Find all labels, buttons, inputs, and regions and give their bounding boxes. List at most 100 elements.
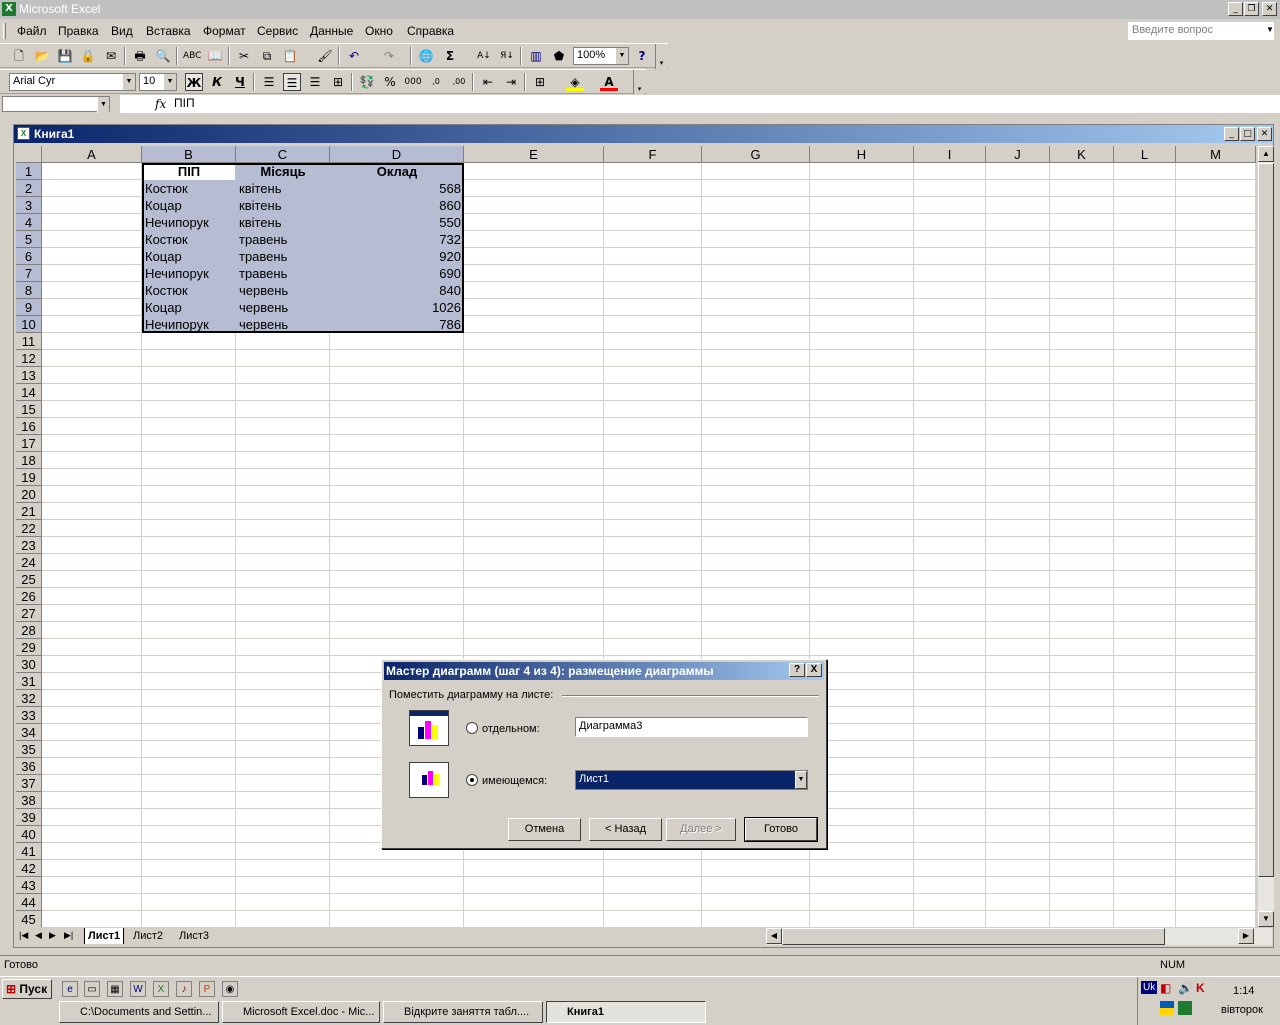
decrease-indent-icon[interactable]: ⇤ [479, 73, 497, 91]
table-cell[interactable]: травень [236, 248, 330, 265]
first-sheet-button[interactable]: |◀ [19, 930, 28, 941]
menu-help[interactable]: Справка [407, 24, 454, 38]
spelling-icon[interactable]: ABC [183, 47, 201, 65]
table-cell[interactable]: квітень [236, 214, 330, 231]
row-header[interactable]: 6 [16, 248, 42, 265]
finish-button[interactable]: Готово [744, 817, 818, 842]
row-header[interactable]: 32 [16, 690, 42, 707]
table-cell[interactable]: червень [236, 316, 330, 333]
desktop-icon[interactable]: ▭ [84, 981, 100, 997]
table-cell[interactable]: Костюк [142, 180, 236, 197]
sheet-tab-1[interactable]: Лист1 [84, 928, 125, 944]
row-header[interactable]: 38 [16, 792, 42, 809]
percent-icon[interactable]: % [381, 73, 399, 91]
ie-icon[interactable]: e [62, 981, 78, 997]
table-cell[interactable]: 1026 [330, 299, 464, 316]
open-icon[interactable]: 📂 [33, 47, 51, 65]
currency-icon[interactable]: 💱 [358, 73, 376, 91]
chevron-down-icon[interactable]: ▼ [97, 97, 109, 113]
scroll-thumb[interactable] [1258, 163, 1274, 877]
sheet-tab-3[interactable]: Лист3 [176, 928, 212, 944]
comma-style-icon[interactable]: 000 [404, 73, 422, 91]
column-header[interactable]: D [330, 146, 464, 163]
align-right-icon[interactable]: ☰ [306, 73, 324, 91]
row-header[interactable]: 15 [16, 401, 42, 418]
copy-icon[interactable]: ⧉ [258, 47, 276, 65]
separate-sheet-name-input[interactable]: Диаграмма3 [575, 717, 808, 737]
row-header[interactable]: 44 [16, 894, 42, 911]
row-header[interactable]: 40 [16, 826, 42, 843]
row-header[interactable]: 22 [16, 520, 42, 537]
font-size-select[interactable]: 10 ▼ [139, 73, 177, 91]
row-header[interactable]: 1 [16, 163, 42, 180]
align-left-icon[interactable]: ☰ [260, 73, 278, 91]
column-header[interactable]: I [914, 146, 986, 163]
help-icon[interactable]: ? [633, 47, 651, 65]
sort-ascending-icon[interactable]: A↓ [475, 47, 493, 65]
row-header[interactable]: 7 [16, 265, 42, 282]
word-icon[interactable]: W [130, 981, 146, 997]
row-header[interactable]: 20 [16, 486, 42, 503]
dialog-help-button[interactable]: ? [789, 663, 805, 677]
bold-button[interactable]: Ж [185, 73, 203, 91]
print-icon[interactable]: 🖶 [131, 47, 149, 65]
row-header[interactable]: 12 [16, 350, 42, 367]
row-header[interactable]: 25 [16, 571, 42, 588]
excel-icon[interactable]: X [153, 981, 169, 997]
last-sheet-button[interactable]: ▶| [64, 930, 73, 941]
column-header[interactable]: K [1050, 146, 1114, 163]
task-explorer[interactable]: C:\Documents and Settin... [59, 1001, 219, 1023]
table-cell[interactable]: квітень [236, 180, 330, 197]
column-header[interactable]: J [986, 146, 1050, 163]
row-header[interactable]: 43 [16, 877, 42, 894]
fill-color-icon[interactable]: ◈ [566, 73, 584, 91]
format-painter-icon[interactable]: 🖌 [316, 47, 334, 65]
menu-file[interactable]: Файл [17, 24, 47, 38]
row-header[interactable]: 9 [16, 299, 42, 316]
column-header[interactable]: M [1176, 146, 1256, 163]
close-button[interactable]: ✕ [1262, 2, 1277, 16]
row-header[interactable]: 13 [16, 367, 42, 384]
menu-data[interactable]: Данные [310, 24, 353, 38]
vertical-scrollbar[interactable]: ▲ ▼ [1258, 146, 1274, 927]
table-cell[interactable]: Коцар [142, 197, 236, 214]
row-header[interactable]: 42 [16, 860, 42, 877]
sort-descending-icon[interactable]: Я↓ [498, 47, 516, 65]
table-cell[interactable]: 920 [330, 248, 464, 265]
minimize-button[interactable]: _ [1228, 2, 1243, 16]
scroll-up-button[interactable]: ▲ [1258, 146, 1274, 162]
wb-minimize-button[interactable]: _ [1224, 127, 1239, 141]
font-color-icon[interactable]: A [600, 73, 618, 91]
hscroll-thumb[interactable] [782, 928, 1165, 945]
chart-wizard-icon[interactable]: ▥ [527, 47, 545, 65]
existing-sheet-select[interactable]: Лист1 ▼ [575, 770, 808, 790]
column-header[interactable]: H [810, 146, 914, 163]
ask-question-input[interactable]: Введите вопрос [1127, 21, 1275, 41]
row-header[interactable]: 23 [16, 537, 42, 554]
row-header[interactable]: 45 [16, 911, 42, 927]
column-header[interactable]: L [1114, 146, 1176, 163]
sheet-tab-2[interactable]: Лист2 [130, 928, 166, 944]
table-cell[interactable]: Нечипорук [142, 316, 236, 333]
table-cell[interactable]: 786 [330, 316, 464, 333]
paste-icon[interactable]: 📋 [281, 47, 299, 65]
row-header[interactable]: 31 [16, 673, 42, 690]
cut-icon[interactable]: ✂ [235, 47, 253, 65]
table-cell[interactable]: 732 [330, 231, 464, 248]
volume-icon[interactable]: 🔊 [1178, 981, 1193, 995]
table-cell[interactable]: квітень [236, 197, 330, 214]
row-header[interactable]: 41 [16, 843, 42, 860]
hyperlink-icon[interactable]: 🌐 [417, 47, 435, 65]
powerpoint-icon[interactable]: P [199, 981, 215, 997]
header-cell[interactable]: ПІП [142, 163, 236, 180]
row-header[interactable]: 2 [16, 180, 42, 197]
name-box[interactable]: ▼ [2, 96, 110, 113]
table-cell[interactable]: червень [236, 282, 330, 299]
table-cell[interactable]: 550 [330, 214, 464, 231]
wb-close-button[interactable]: ✕ [1257, 127, 1272, 141]
italic-button[interactable]: К [208, 73, 226, 91]
row-header[interactable]: 37 [16, 775, 42, 792]
column-header[interactable]: A [42, 146, 142, 163]
dialog-close-button[interactable]: X [806, 663, 822, 677]
scroll-right-button[interactable]: ▶ [1238, 928, 1254, 944]
